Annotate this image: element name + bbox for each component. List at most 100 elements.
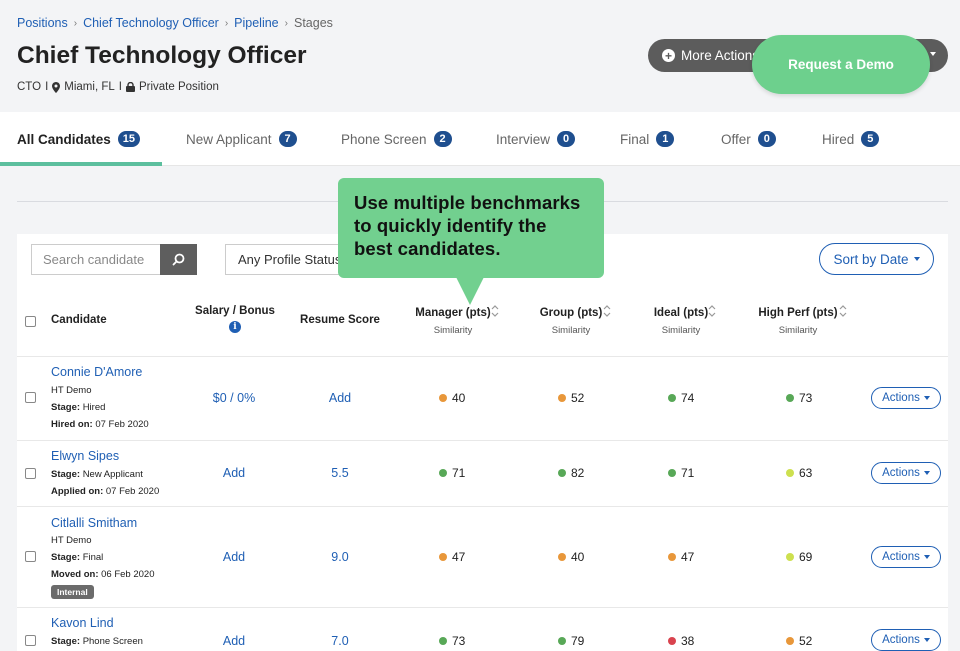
position-privacy: Private Position bbox=[138, 81, 219, 93]
search-button[interactable] bbox=[160, 244, 197, 275]
row-divider bbox=[17, 607, 948, 608]
stage-tabs: All Candidates 15 New Applicant 7 Phone … bbox=[0, 112, 960, 166]
breadcrumb-pipeline[interactable]: Pipeline bbox=[234, 16, 278, 30]
resume-score-add[interactable]: Add bbox=[300, 391, 380, 405]
row-divider bbox=[17, 356, 948, 357]
tab-label: Interview bbox=[496, 131, 551, 147]
row-actions-button[interactable]: Actions bbox=[871, 462, 941, 484]
candidate-date: Applied on: 07 Feb 2020 bbox=[51, 486, 159, 497]
date-value: 07 Feb 2020 bbox=[95, 419, 149, 430]
candidate-name-link[interactable]: Kavon Lind bbox=[51, 616, 114, 630]
score-dot bbox=[668, 394, 676, 402]
manager-score: 40 bbox=[439, 391, 465, 405]
score-dot bbox=[786, 553, 794, 561]
score-value: 63 bbox=[799, 466, 813, 480]
sort-arrows-icon[interactable] bbox=[491, 304, 499, 318]
tab-count-badge: 0 bbox=[757, 131, 776, 147]
map-pin-icon bbox=[52, 81, 61, 93]
caret-down-icon bbox=[913, 257, 920, 261]
stage-label: Stage: bbox=[51, 402, 81, 413]
tab-all-candidates[interactable]: All Candidates 15 bbox=[17, 112, 141, 166]
salary-value[interactable]: $0 / 0% bbox=[194, 391, 274, 405]
resume-score-value[interactable]: 9.0 bbox=[300, 550, 380, 564]
breadcrumb-position[interactable]: Chief Technology Officer bbox=[83, 16, 219, 30]
candidate-company: HT Demo bbox=[51, 535, 92, 546]
candidate-name-link[interactable]: Citlalli Smitham bbox=[51, 516, 137, 530]
column-resume-score[interactable]: Resume Score bbox=[290, 314, 390, 326]
group-score: 40 bbox=[558, 550, 584, 564]
sort-label: Sort by Date bbox=[833, 251, 909, 267]
salary-add[interactable]: Add bbox=[194, 634, 274, 648]
breadcrumb: Positions › Chief Technology Officer › P… bbox=[17, 16, 333, 30]
row-checkbox[interactable] bbox=[25, 551, 36, 562]
meta-separator: I bbox=[45, 81, 49, 93]
resume-score-value[interactable]: 5.5 bbox=[300, 466, 380, 480]
tab-new-applicant[interactable]: New Applicant 7 bbox=[186, 112, 297, 166]
score-value: 40 bbox=[571, 550, 585, 564]
tab-final[interactable]: Final 1 bbox=[620, 112, 675, 166]
score-dot bbox=[668, 637, 676, 645]
salary-add[interactable]: Add bbox=[194, 550, 274, 564]
date-value: 06 Feb 2020 bbox=[101, 569, 155, 580]
stage-label: Stage: bbox=[51, 469, 81, 480]
score-value: 71 bbox=[452, 466, 466, 480]
candidate-stage: Stage: Phone Screen bbox=[51, 636, 143, 647]
column-salary[interactable]: Salary / Bonus i bbox=[183, 305, 287, 333]
breadcrumb-positions[interactable]: Positions bbox=[17, 16, 68, 30]
column-ideal[interactable]: Ideal (pts) Similarity bbox=[626, 307, 736, 336]
tab-label: Phone Screen bbox=[341, 131, 427, 147]
column-manager-label: Manager (pts) bbox=[415, 307, 491, 319]
tab-interview[interactable]: Interview 0 bbox=[496, 112, 576, 166]
score-value: 82 bbox=[571, 466, 585, 480]
select-all-checkbox[interactable] bbox=[25, 316, 36, 327]
row-checkbox[interactable] bbox=[25, 468, 36, 479]
sort-arrows-icon[interactable] bbox=[708, 304, 716, 318]
more-actions-label: More Actions bbox=[681, 48, 760, 63]
row-actions-button[interactable]: Actions bbox=[871, 546, 941, 568]
search-input[interactable]: Search candidate bbox=[31, 244, 161, 275]
score-value: 38 bbox=[681, 634, 695, 648]
position-location: Miami, FL bbox=[64, 81, 115, 93]
internal-badge: Internal bbox=[51, 585, 94, 599]
caret-down-icon bbox=[923, 396, 930, 400]
plus-circle-icon: + bbox=[662, 49, 675, 62]
tab-hired[interactable]: Hired 5 bbox=[822, 112, 880, 166]
column-subtitle: Similarity bbox=[661, 325, 701, 336]
breadcrumb-current: Stages bbox=[293, 16, 333, 30]
row-checkbox[interactable] bbox=[25, 392, 36, 403]
stage-value: Phone Screen bbox=[82, 636, 143, 647]
ideal-score: 74 bbox=[668, 391, 694, 405]
stage-label: Stage: bbox=[51, 552, 81, 563]
row-actions-button[interactable]: Actions bbox=[871, 629, 941, 651]
info-icon[interactable]: i bbox=[229, 321, 241, 333]
position-code: CTO bbox=[17, 81, 42, 93]
score-value: 79 bbox=[571, 634, 585, 648]
sort-by-date-button[interactable]: Sort by Date bbox=[819, 243, 934, 275]
column-highperf-label: High Perf (pts) bbox=[758, 307, 838, 319]
column-candidate[interactable]: Candidate bbox=[51, 314, 107, 326]
date-label: Moved on: bbox=[51, 569, 99, 580]
tab-offer[interactable]: Offer 0 bbox=[721, 112, 776, 166]
score-dot bbox=[439, 637, 447, 645]
request-demo-button[interactable]: Request a Demo bbox=[752, 35, 930, 94]
row-checkbox[interactable] bbox=[25, 635, 36, 646]
candidate-name-link[interactable]: Connie D'Amore bbox=[51, 365, 142, 379]
active-tab-indicator bbox=[0, 162, 162, 166]
sort-arrows-icon[interactable] bbox=[603, 304, 611, 318]
salary-add[interactable]: Add bbox=[194, 466, 274, 480]
row-actions-button[interactable]: Actions bbox=[871, 387, 941, 409]
resume-score-value[interactable]: 7.0 bbox=[300, 634, 380, 648]
date-value: 07 Feb 2020 bbox=[105, 486, 160, 497]
caret-down-icon bbox=[923, 638, 930, 642]
manager-score: 73 bbox=[439, 634, 465, 648]
score-dot bbox=[439, 469, 447, 477]
high-perf-score: 52 bbox=[786, 634, 812, 648]
score-dot bbox=[668, 553, 676, 561]
position-meta: CTO I Miami, FL I Private Position bbox=[17, 81, 219, 93]
tab-phone-screen[interactable]: Phone Screen 2 bbox=[341, 112, 452, 166]
candidate-name-link[interactable]: Elwyn Sipes bbox=[51, 449, 119, 463]
actions-label: Actions bbox=[882, 551, 920, 563]
candidate-company: HT Demo bbox=[51, 385, 92, 396]
score-dot bbox=[558, 553, 566, 561]
sort-arrows-icon[interactable] bbox=[839, 304, 847, 318]
